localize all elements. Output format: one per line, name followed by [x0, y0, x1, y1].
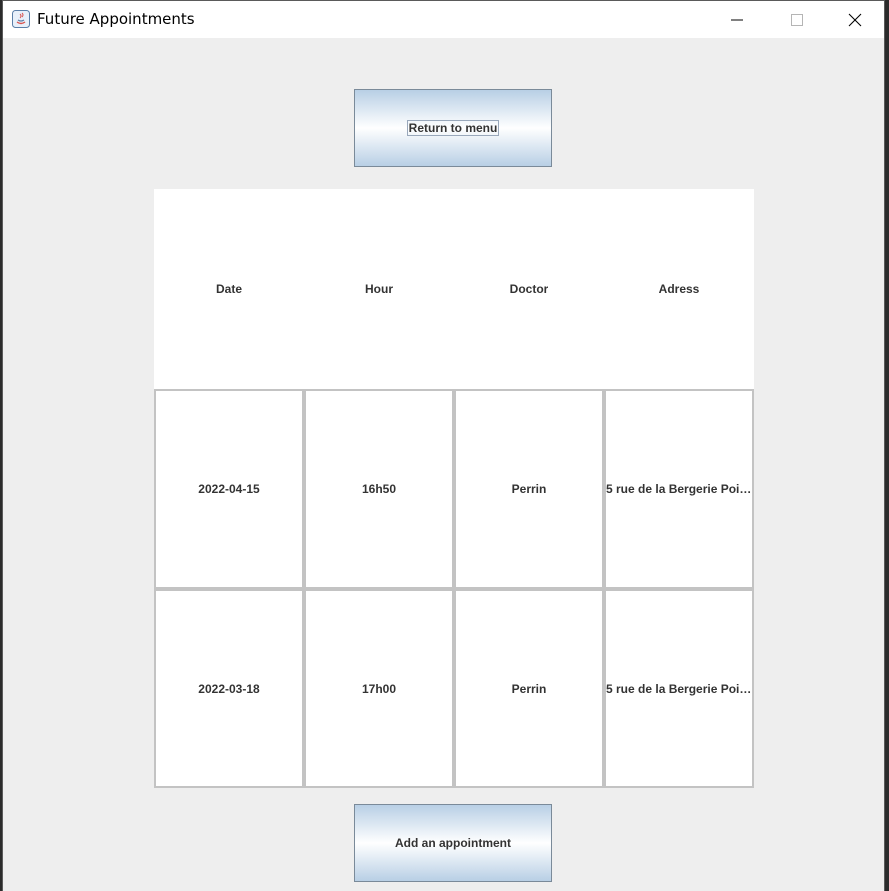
table-cell-date[interactable]: 2022-04-15: [154, 389, 304, 589]
table-cell-adress[interactable]: 5 rue de la Bergerie Poit...: [604, 389, 754, 589]
appointments-table: Date Hour Doctor Adress 2022-04-15 16h50…: [154, 189, 754, 788]
header-date: Date: [215, 282, 242, 296]
header-adress: Adress: [658, 282, 700, 296]
table-cell-hour[interactable]: 16h50: [304, 389, 454, 589]
java-icon: [12, 10, 30, 28]
minimize-icon: [731, 19, 743, 20]
add-appointment-label: Add an appointment: [395, 836, 511, 850]
app-window: Future Appointments Return to menu Date …: [2, 0, 885, 891]
return-to-menu-label: Return to menu: [406, 120, 500, 136]
add-appointment-button[interactable]: Add an appointment: [354, 804, 552, 882]
close-icon: [848, 13, 862, 26]
table-cell-doctor[interactable]: Perrin: [454, 589, 604, 788]
window-title: Future Appointments: [37, 10, 195, 28]
close-button[interactable]: [832, 1, 878, 38]
table-cell-doctor[interactable]: Perrin: [454, 389, 604, 589]
title-bar[interactable]: Future Appointments: [3, 1, 884, 38]
header-doctor: Doctor: [509, 282, 549, 296]
table-cell-adress[interactable]: 5 rue de la Bergerie Poit...: [604, 589, 754, 788]
table-cell-hour[interactable]: 17h00: [304, 589, 454, 788]
minimize-button[interactable]: [714, 1, 760, 38]
maximize-icon: [791, 13, 803, 26]
maximize-button[interactable]: [774, 1, 820, 38]
table-cell-date[interactable]: 2022-03-18: [154, 589, 304, 788]
return-to-menu-button[interactable]: Return to menu: [354, 89, 552, 167]
header-hour: Hour: [365, 282, 393, 296]
